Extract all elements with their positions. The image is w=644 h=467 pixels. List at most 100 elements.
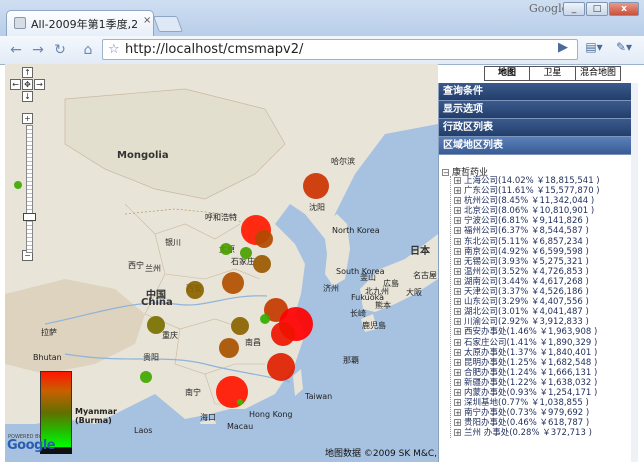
tree-item[interactable]: + 湖北公司(3.01% ￥4,041,487 )	[451, 307, 637, 317]
sales-marker[interactable]	[222, 272, 244, 294]
expand-icon[interactable]: +	[454, 227, 461, 235]
go-icon[interactable]: ▶	[558, 40, 568, 55]
pan-down-icon[interactable]: ↓	[22, 91, 33, 102]
tree-item[interactable]: + 温州公司(3.52% ￥4,726,853 )	[451, 267, 637, 277]
expand-icon[interactable]: +	[454, 338, 461, 346]
expand-icon[interactable]: +	[454, 177, 461, 185]
tree-item[interactable]: + 北京公司(8.06% ￥10,810,901 )	[451, 206, 637, 216]
expand-icon[interactable]: +	[454, 207, 461, 215]
tree-item[interactable]: + 东北公司(5.11% ￥6,857,234 )	[451, 237, 637, 247]
home-icon[interactable]: ⌂	[78, 40, 98, 60]
tree-item[interactable]: + 南宁办事处(0.73% ￥979,692 )	[451, 408, 637, 418]
panel-header-area-regions[interactable]: 区域地区列表	[439, 137, 637, 155]
expand-icon[interactable]: +	[454, 368, 461, 376]
tree-item[interactable]: + 上海公司(14.02% ￥18,815,541 )	[451, 176, 637, 186]
expand-icon[interactable]: +	[454, 328, 461, 336]
tree-item[interactable]: + 广东公司(11.61% ￥15,577,870 )	[451, 186, 637, 196]
pan-up-icon[interactable]: ↑	[22, 67, 33, 78]
sales-marker[interactable]	[219, 338, 239, 358]
sales-marker[interactable]	[271, 322, 295, 346]
pan-center-icon[interactable]: ✥	[22, 79, 33, 90]
tree-item[interactable]: + 贵阳办事处(0.46% ￥618,787 )	[451, 418, 637, 428]
tree-item[interactable]: + 深圳基地(0.77% ￥1,038,855 )	[451, 398, 637, 408]
new-tab-button[interactable]	[153, 16, 183, 32]
tree-item[interactable]: + 兰州 办事处(0.28% ￥372,713 )	[451, 428, 637, 438]
expand-icon[interactable]: +	[454, 409, 461, 417]
expand-icon[interactable]: +	[454, 217, 461, 225]
sales-marker[interactable]	[267, 353, 295, 381]
tree-item[interactable]: + 福州公司(6.37% ￥8,544,587 )	[451, 226, 637, 236]
google-logo[interactable]: Google	[7, 438, 56, 453]
expand-icon[interactable]: +	[454, 267, 461, 275]
expand-icon[interactable]: +	[454, 197, 461, 205]
url-input[interactable]	[125, 40, 565, 59]
sales-marker[interactable]	[231, 317, 249, 335]
tree-item[interactable]: + 川渝公司(2.92% ￥3,912,833 )	[451, 317, 637, 327]
tree-item[interactable]: + 新疆办事处(1.22% ￥1,638,032 )	[451, 378, 637, 388]
tree-item[interactable]: + 宁波公司(6.81% ￥9,141,826 )	[451, 216, 637, 226]
zoom-in-icon[interactable]: +	[22, 113, 33, 124]
tree-item[interactable]: + 石家庄公司(1.41% ￥1,890,329 )	[451, 338, 637, 348]
expand-icon[interactable]: +	[454, 419, 461, 427]
maximize-button[interactable]: □	[586, 2, 608, 16]
address-bar[interactable]: ☆	[102, 39, 578, 60]
expand-icon[interactable]: +	[454, 277, 461, 285]
sales-marker[interactable]	[220, 243, 232, 255]
tools-menu-icon[interactable]: ✎▾	[610, 40, 638, 60]
expand-icon[interactable]: +	[454, 358, 461, 366]
expand-icon[interactable]: +	[454, 247, 461, 255]
panel-header-admin-regions[interactable]: 行政区列表	[439, 119, 637, 137]
minimize-button[interactable]: _	[563, 2, 585, 16]
sales-marker[interactable]	[253, 255, 271, 273]
browser-tab[interactable]: All-2009年第1季度,2009... ×	[6, 10, 154, 36]
tree-item[interactable]: + 昆明办事处(1.25% ￥1,682,548 )	[451, 358, 637, 368]
tree-item[interactable]: + 合肥办事处(1.24% ￥1,666,131 )	[451, 368, 637, 378]
page-menu-icon[interactable]: ▤▾	[580, 40, 608, 60]
pan-left-icon[interactable]: ←	[10, 79, 21, 90]
map-type-hybrid-button[interactable]: 混合地图	[576, 67, 620, 80]
back-arrow-icon[interactable]: ←	[6, 40, 26, 60]
panel-header-display[interactable]: 显示选项	[439, 101, 637, 119]
sales-marker[interactable]	[186, 281, 204, 299]
expand-icon[interactable]: +	[454, 308, 461, 316]
zoom-slider-track[interactable]	[26, 125, 33, 253]
map-type-satellite-button[interactable]: 卫星	[530, 67, 576, 80]
expand-icon[interactable]: +	[454, 298, 461, 306]
expand-icon[interactable]: +	[454, 429, 461, 437]
expand-icon[interactable]: +	[454, 388, 461, 396]
expand-icon[interactable]: +	[454, 378, 461, 386]
tab-close-icon[interactable]: ×	[143, 15, 151, 26]
expand-icon[interactable]: +	[454, 288, 461, 296]
tree-item[interactable]: + 南京公司(4.92% ￥6,599,598 )	[451, 247, 637, 257]
sales-marker[interactable]	[255, 230, 273, 248]
sales-marker[interactable]	[240, 247, 252, 259]
expand-icon[interactable]: +	[454, 348, 461, 356]
expand-icon[interactable]: +	[454, 257, 461, 265]
tree-item[interactable]: + 太原办事处(1.37% ￥1,840,401 )	[451, 348, 637, 358]
tree-item[interactable]: + 内蒙办事处(0.93% ￥1,254,171 )	[451, 388, 637, 398]
tree-item[interactable]: + 山东公司(3.29% ￥4,407,556 )	[451, 297, 637, 307]
tree-item[interactable]: + 西安办事处(1.46% ￥1,963,908 )	[451, 327, 637, 337]
zoom-slider-thumb[interactable]	[23, 213, 36, 221]
expand-icon[interactable]: +	[454, 399, 461, 407]
sales-marker[interactable]	[140, 371, 152, 383]
sales-marker[interactable]	[216, 376, 248, 408]
sales-marker[interactable]	[303, 173, 329, 199]
map-type-map-button[interactable]: 地图	[485, 67, 530, 80]
tree-item[interactable]: + 杭州公司(8.45% ￥11,342,044 )	[451, 196, 637, 206]
sales-marker[interactable]	[147, 316, 165, 334]
tree-item[interactable]: + 无锡公司(3.93% ￥5,275,321 )	[451, 257, 637, 267]
sales-marker[interactable]	[237, 399, 243, 405]
star-icon[interactable]: ☆	[108, 40, 120, 59]
expand-icon[interactable]: +	[454, 187, 461, 195]
collapse-icon[interactable]: −	[442, 169, 449, 177]
expand-icon[interactable]: +	[454, 318, 461, 326]
panel-header-query[interactable]: 查询条件	[439, 83, 637, 101]
reload-icon[interactable]: ↻	[50, 40, 70, 60]
sales-marker[interactable]	[260, 314, 270, 324]
tree-item[interactable]: + 天津公司(3.37% ￥4,526,186 )	[451, 287, 637, 297]
pan-right-icon[interactable]: →	[34, 79, 45, 90]
expand-icon[interactable]: +	[454, 237, 461, 245]
close-button[interactable]: x	[609, 2, 639, 16]
panel-scrollbar[interactable]	[631, 83, 638, 462]
